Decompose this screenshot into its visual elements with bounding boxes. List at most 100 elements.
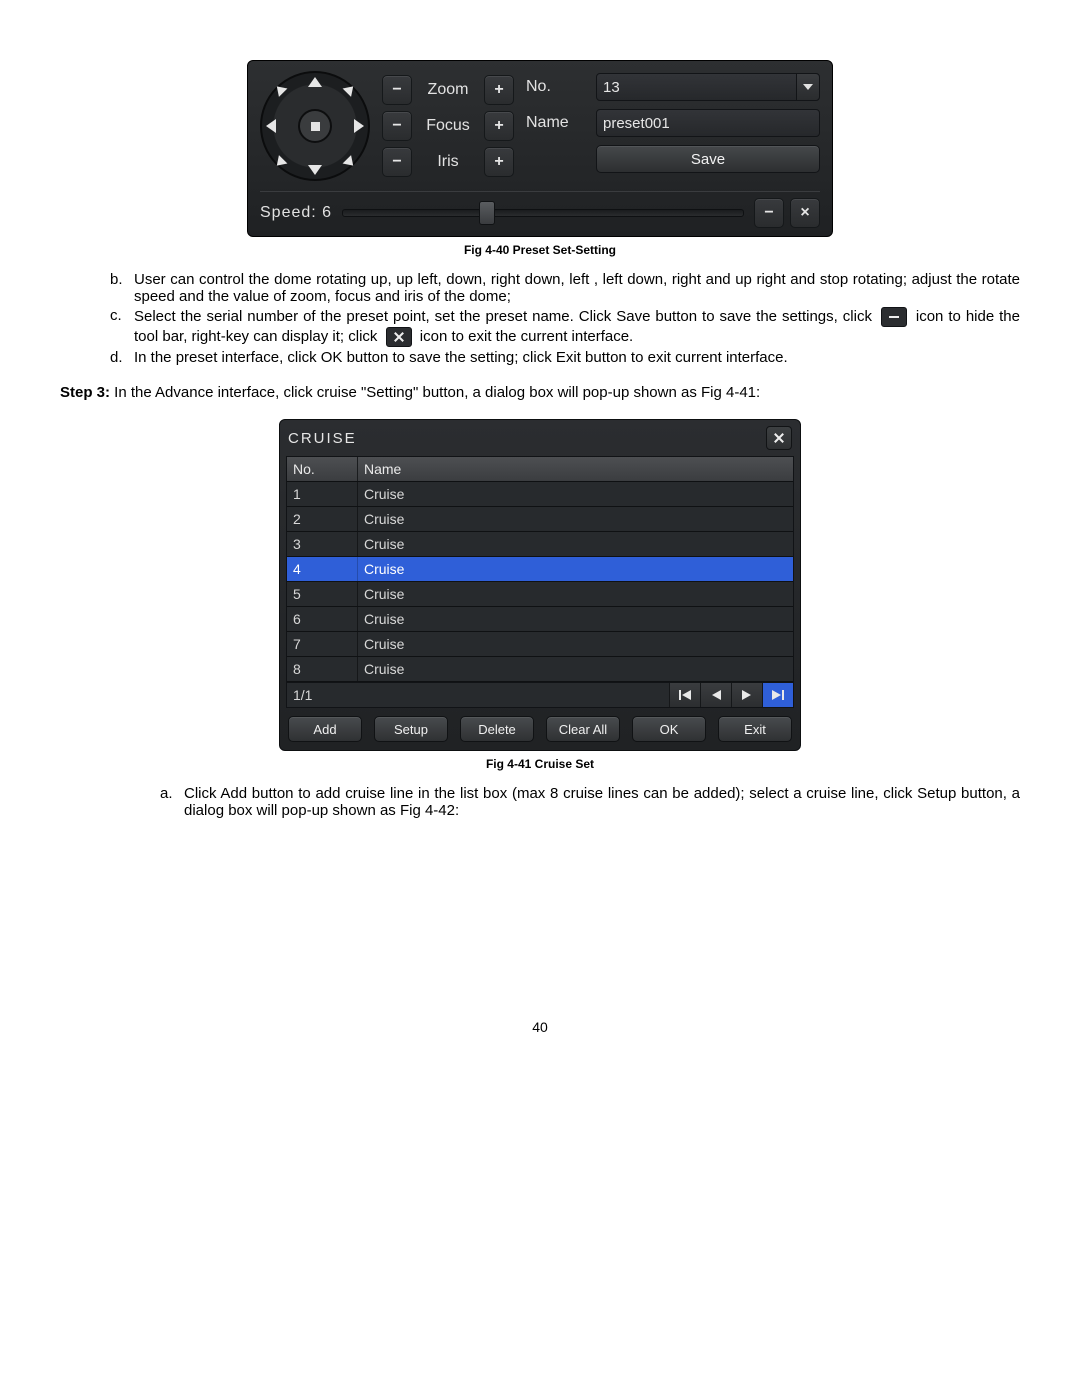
last-page-icon [772, 690, 784, 700]
list-marker: d. [110, 349, 134, 366]
instruction-d: In the preset interface, click OK button… [134, 349, 1020, 366]
row-name: Cruise [358, 632, 793, 656]
minimize-icon [881, 307, 907, 327]
row-name: Cruise [358, 532, 793, 556]
iris-label: Iris [418, 153, 478, 171]
clear-all-button[interactable]: Clear All [546, 716, 620, 742]
page-indicator: 1/1 [287, 683, 669, 707]
table-row[interactable]: 8Cruise [287, 657, 793, 682]
list-marker: c. [110, 307, 134, 347]
row-no: 7 [287, 632, 358, 656]
focus-label: Focus [418, 117, 478, 135]
minimize-button[interactable]: − [754, 198, 784, 228]
dropdown-button[interactable] [796, 74, 819, 100]
table-row[interactable]: 4Cruise [287, 557, 793, 582]
speed-value: 6 [322, 204, 332, 221]
next-page-icon [742, 690, 752, 700]
instruction-b: User can control the dome rotating up, u… [134, 271, 1020, 305]
slider-thumb-icon[interactable] [479, 201, 495, 225]
close-icon [386, 327, 412, 347]
page-number: 40 [60, 1019, 1020, 1035]
preset-name-label: Name [526, 114, 586, 132]
speed-label: Speed: [260, 204, 317, 221]
row-no: 8 [287, 657, 358, 681]
row-no: 5 [287, 582, 358, 606]
cruise-table: No. Name 1Cruise2Cruise3Cruise4Cruise5Cr… [286, 456, 794, 683]
row-no: 1 [287, 482, 358, 506]
row-name: Cruise [358, 482, 793, 506]
ptz-right-icon[interactable] [354, 119, 364, 133]
preset-set-panel: − Zoom + − Focus + − Iris + No. [247, 60, 833, 237]
table-row[interactable]: 2Cruise [287, 507, 793, 532]
table-row[interactable]: 3Cruise [287, 532, 793, 557]
speed-slider[interactable] [342, 202, 744, 224]
col-no: No. [287, 457, 358, 481]
close-icon [774, 433, 784, 443]
col-name: Name [358, 457, 793, 481]
stop-icon [311, 122, 320, 131]
row-name: Cruise [358, 607, 793, 631]
focus-minus-button[interactable]: − [382, 111, 412, 141]
row-no: 3 [287, 532, 358, 556]
step-3: Step 3: In the Advance interface, click … [60, 384, 1020, 401]
instruction-list: b. User can control the dome rotating up… [60, 271, 1020, 366]
cruise-title: CRUISE [288, 430, 357, 447]
preset-fields: No. 13 Name preset001 Save [526, 73, 820, 173]
cruise-close-button[interactable] [766, 426, 792, 450]
list-marker: b. [110, 271, 134, 305]
ptz-left-icon[interactable] [266, 119, 276, 133]
row-no: 4 [287, 557, 358, 581]
table-row[interactable]: 7Cruise [287, 632, 793, 657]
exit-button[interactable]: Exit [718, 716, 792, 742]
zoom-minus-button[interactable]: − [382, 75, 412, 105]
row-no: 2 [287, 507, 358, 531]
prev-page-icon [711, 690, 721, 700]
cruise-pager: 1/1 [286, 683, 794, 708]
prev-page-button[interactable] [700, 683, 731, 707]
next-page-button[interactable] [731, 683, 762, 707]
first-page-button[interactable] [669, 683, 700, 707]
lens-controls: − Zoom + − Focus + − Iris + [382, 75, 514, 177]
ptz-down-icon[interactable] [308, 165, 322, 175]
zoom-label: Zoom [418, 81, 478, 99]
close-button[interactable]: × [790, 198, 820, 228]
setup-button[interactable]: Setup [374, 716, 448, 742]
row-name: Cruise [358, 657, 793, 681]
preset-no-select[interactable]: 13 [596, 73, 820, 101]
preset-name-value: preset001 [603, 115, 670, 132]
cruise-dialog: CRUISE No. Name 1Cruise2Cruise3Cruise4Cr… [279, 419, 801, 751]
table-row[interactable]: 1Cruise [287, 482, 793, 507]
table-row[interactable]: 6Cruise [287, 607, 793, 632]
add-button[interactable]: Add [288, 716, 362, 742]
close-icon: × [800, 204, 809, 222]
list-marker: a. [160, 785, 184, 819]
focus-plus-button[interactable]: + [484, 111, 514, 141]
first-page-icon [679, 690, 691, 700]
delete-button[interactable]: Delete [460, 716, 534, 742]
instruction-a: Click Add button to add cruise line in t… [184, 785, 1020, 819]
cruise-table-header: No. Name [287, 457, 793, 482]
row-no: 6 [287, 607, 358, 631]
ptz-up-icon[interactable] [308, 77, 322, 87]
minimize-icon: − [764, 204, 773, 222]
table-row[interactable]: 5Cruise [287, 582, 793, 607]
row-name: Cruise [358, 582, 793, 606]
save-button[interactable]: Save [596, 145, 820, 173]
fig-4-41-caption: Fig 4-41 Cruise Set [60, 757, 1020, 771]
ok-button[interactable]: OK [632, 716, 706, 742]
chevron-down-icon [803, 84, 813, 90]
row-name: Cruise [358, 557, 793, 581]
preset-name-input[interactable]: preset001 [596, 109, 820, 137]
iris-minus-button[interactable]: − [382, 147, 412, 177]
iris-plus-button[interactable]: + [484, 147, 514, 177]
zoom-plus-button[interactable]: + [484, 75, 514, 105]
preset-no-value: 13 [603, 79, 620, 96]
ptz-stop-button[interactable] [298, 109, 332, 143]
fig-4-40-caption: Fig 4-40 Preset Set-Setting [60, 243, 1020, 257]
preset-no-label: No. [526, 78, 586, 96]
ptz-direction-wheel[interactable] [260, 71, 370, 181]
row-name: Cruise [358, 507, 793, 531]
instruction-c: Select the serial number of the preset p… [134, 307, 1020, 347]
instruction-list-2: a. Click Add button to add cruise line i… [60, 785, 1020, 819]
last-page-button[interactable] [762, 683, 793, 707]
